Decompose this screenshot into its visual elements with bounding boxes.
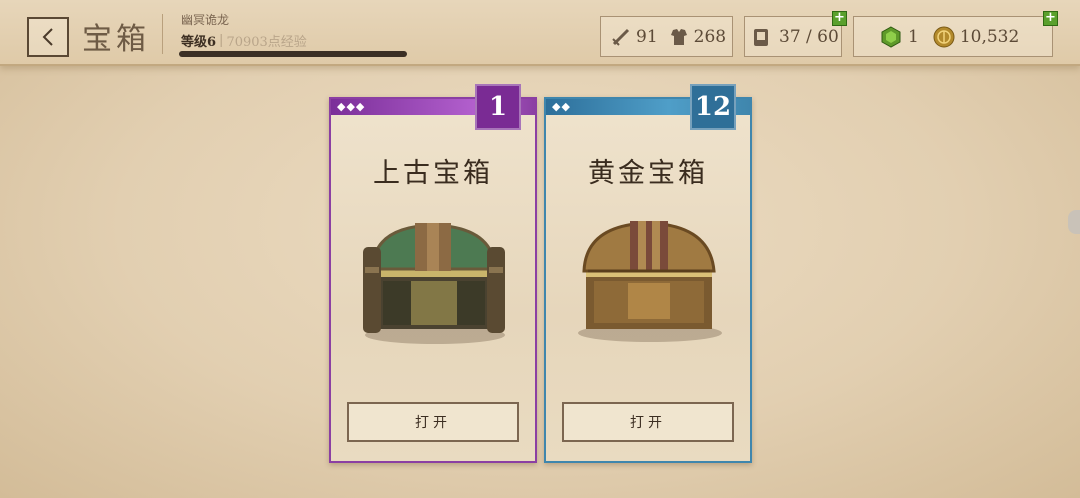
chest-card-gold[interactable]: ◆◆ 12 黄金宝箱 打开 (544, 84, 752, 463)
chest-card-ancient[interactable]: ◆◆◆ 1 上古宝箱 打开 (329, 84, 537, 463)
level-label: 等级6 (181, 35, 217, 50)
level-row: 等级6 | 70903点经验 (181, 31, 307, 50)
cards-value: 37 / 60 (779, 26, 839, 47)
combat-stats: 91 268 (600, 16, 733, 57)
chest-title: 黄金宝箱 (588, 158, 708, 189)
gold-chest-image (578, 221, 722, 342)
currency-stats: 1 10,532 + (853, 11, 1058, 57)
add-currency-button[interactable]: + (1043, 11, 1058, 26)
chest-count-badge: 1 (475, 84, 521, 130)
rarity-diamonds: ◆◆◆ (337, 100, 366, 113)
ancient-chest-image (363, 223, 505, 344)
chevron-left-icon (42, 28, 53, 46)
gold-coin-icon (933, 26, 955, 48)
chest-count-badge: 12 (690, 84, 736, 130)
xp-progress-bar (179, 51, 407, 57)
xp-text: 70903点经验 (226, 35, 307, 50)
open-button[interactable]: 打开 (347, 402, 519, 442)
player-name: 幽冥诡龙 (181, 13, 230, 27)
gems-value: 1 (908, 26, 919, 47)
chest-title: 上古宝箱 (373, 158, 493, 189)
side-scroll-handle[interactable] (1068, 210, 1080, 234)
level-separator: | (219, 33, 224, 48)
sword-icon (610, 26, 632, 48)
gold-value: 10,532 (959, 26, 1020, 47)
page-title: 宝箱 (82, 22, 150, 57)
rarity-diamonds: ◆◆ (552, 100, 571, 113)
back-button[interactable] (27, 17, 69, 57)
health-value: 268 (693, 26, 727, 47)
top-bar: 宝箱 幽冥诡龙 等级6 | 70903点经验 91 268 37 / 60 + … (0, 0, 1080, 66)
title-divider (162, 14, 163, 54)
add-cards-button[interactable]: + (832, 11, 847, 26)
attack-value: 91 (636, 26, 658, 47)
gem-icon (880, 25, 902, 48)
deck-icon (751, 26, 773, 48)
deck-stats: 37 / 60 + (744, 11, 847, 57)
armor-icon (668, 26, 690, 48)
open-button[interactable]: 打开 (562, 402, 734, 442)
